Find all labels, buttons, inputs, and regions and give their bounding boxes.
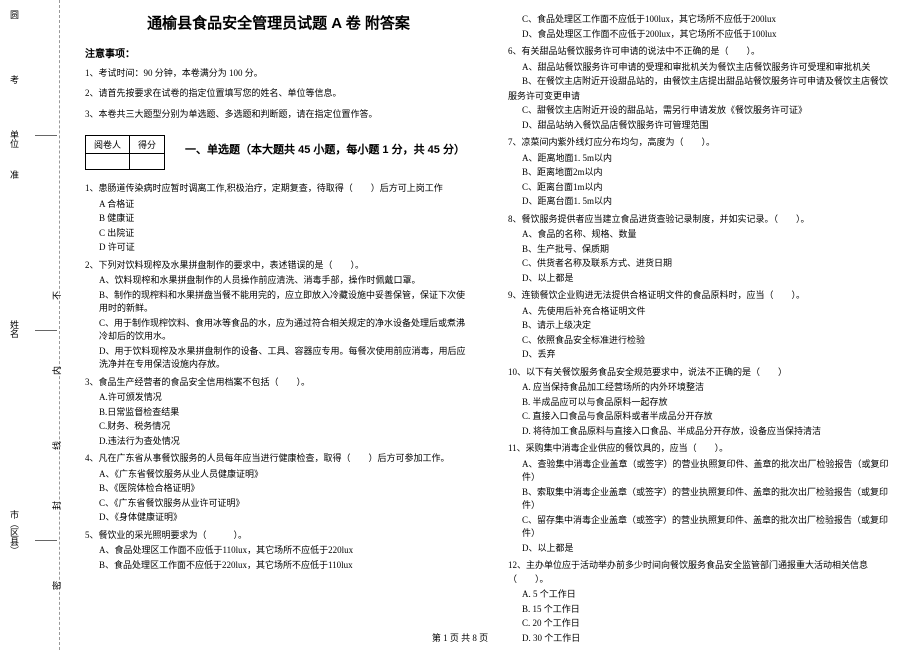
option: D、用于饮料现榨及水果拼盘制作的设备、工具、容器应专用。每餐次使用前应消毒，用后… (99, 345, 472, 372)
option-continuation: 服务许可变更申请 (508, 90, 895, 104)
notice-item: 1、考试时间：90 分钟，本卷满分为 100 分。 (85, 66, 472, 80)
option: B、请示上级决定 (522, 319, 895, 333)
binding-label: 准 (8, 170, 21, 179)
question: 5、餐饮业的采光照明要求为（ ）。 (85, 529, 472, 543)
option: D、以上都是 (522, 272, 895, 286)
option: D 许可证 (99, 241, 472, 255)
option: A. 5 个工作日 (522, 588, 895, 602)
binding-labels: 圆 考 单位 准 不 姓名 内 线 封 市（区县） 密 (0, 0, 59, 650)
option: B、距离地面2m以内 (522, 166, 895, 180)
seal-label: 密 (50, 581, 63, 590)
option: A、查验集中消毒企业盖章（或签字）的营业执照复印件、盖章的批次出厂检验报告（或复… (522, 458, 895, 485)
option: D、丢弃 (522, 348, 895, 362)
option: A 合格证 (99, 198, 472, 212)
question: 4、凡在广东省从事餐饮服务的人员每年应当进行健康检查，取得（ ）后方可参加工作。 (85, 452, 472, 466)
option: B、食品处理区工作面不应低于220lux，其它场所不应低于110lux (99, 559, 472, 573)
score-header: 阅卷人 (86, 136, 130, 154)
question: 10、以下有关餐饮服务食品安全规范要求中，说法不正确的是（ ） (508, 366, 895, 380)
seal-label: 内 (50, 366, 63, 375)
option: A. 应当保持食品加工经营场所的内外环境整洁 (522, 381, 895, 395)
option: B、生产批号、保质期 (522, 243, 895, 257)
score-table: 阅卷人 得分 (85, 135, 165, 170)
binding-label: 考 (8, 75, 21, 84)
part-title: 一、单选题（本大题共 45 小题，每小题 1 分，共 45 分） (185, 141, 465, 157)
question: 3、食品生产经营者的食品安全信用档案不包括（ ）。 (85, 376, 472, 390)
seal-label: 封 (50, 501, 63, 510)
score-header: 得分 (130, 136, 165, 154)
option: A、食品的名称、规格、数量 (522, 228, 895, 242)
left-column: 通榆县食品安全管理员试题 A 卷 附答案 注意事项： 1、考试时间：90 分钟，… (75, 12, 490, 625)
option: C. 直接入口食品与食品原料或者半成品分开存放 (522, 410, 895, 424)
option: A、食品处理区工作面不应低于110lux，其它场所不应低于220lux (99, 544, 472, 558)
question: 2、下列对饮料现榨及水果拼盘制作的要求中，表述错误的是（ ）。 (85, 259, 472, 273)
notice-item: 2、请首先按要求在试卷的指定位置填写您的姓名、单位等信息。 (85, 86, 472, 100)
option: B、在餐饮主店附近开设甜品站的，由餐饮主店提出甜品站餐饮服务许可申请及餐饮主店餐… (522, 75, 895, 89)
question: 9、连锁餐饮企业购进无法提供合格证明文件的食品原料时，应当（ ）。 (508, 289, 895, 303)
option: B.日常监督检查结果 (99, 406, 472, 420)
option: D、以上都是 (522, 542, 895, 556)
option: B 健康证 (99, 212, 472, 226)
option: C. 20 个工作日 (522, 617, 895, 631)
question: 12、主办单位应于活动举办前多少时间向餐饮服务食品安全监管部门通报重大活动相关信… (508, 559, 895, 586)
option: B、《医院体检合格证明》 (99, 482, 472, 496)
option: B. 15 个工作日 (522, 603, 895, 617)
option: C、依照食品安全标准进行检验 (522, 334, 895, 348)
notice-item: 3、本卷共三大题型分别为单选题、多选题和判断题，请在指定位置作答。 (85, 107, 472, 121)
seal-label: 不 (50, 291, 63, 300)
notice-header: 注意事项： (85, 45, 472, 60)
binding-label: 圆 (8, 10, 21, 19)
question: 8、餐饮服务提供者应当建立食品进货查验记录制度，并如实记录。（ ）。 (508, 213, 895, 227)
option: C、距离台面1m以内 (522, 181, 895, 195)
option: A、距离地面1. 5m以内 (522, 152, 895, 166)
binding-underline (35, 540, 57, 541)
content-columns: 通榆县食品安全管理员试题 A 卷 附答案 注意事项： 1、考试时间：90 分钟，… (60, 0, 920, 650)
option: C、留存集中消毒企业盖章（或签字）的营业执照复印件、盖章的批次出厂检验报告（或复… (522, 514, 895, 541)
option: C.财务、税务情况 (99, 420, 472, 434)
option: D、《身体健康证明》 (99, 511, 472, 525)
score-cell[interactable] (86, 154, 130, 170)
option: D、甜品站纳入餐饮品店餐饮服务许可管理范围 (522, 119, 895, 133)
option: A、甜品站餐饮服务许可申请的受理和审批机关为餐饮主店餐饮服务许可受理和审批机关 (522, 61, 895, 75)
option: B、制作的现榨料和水果拼盘当餐不能用完的，应立即放入冷藏设施中妥善保管，保证下次… (99, 289, 472, 316)
option: C、甜餐饮主店附近开设的甜品站，需另行申请发放《餐饮服务许可证》 (522, 104, 895, 118)
option: B. 半成品应可以与食品原料一起存放 (522, 396, 895, 410)
page-footer: 第 1 页 共 8 页 (0, 631, 920, 644)
exam-title: 通榆县食品安全管理员试题 A 卷 附答案 (85, 12, 472, 33)
option: C、供货者名称及联系方式、进货日期 (522, 257, 895, 271)
option: C、《广东省餐饮服务从业许可证明》 (99, 497, 472, 511)
seal-label: 线 (50, 441, 63, 450)
binding-margin: 圆 考 单位 准 不 姓名 内 线 封 市（区县） 密 (0, 0, 60, 650)
option: A、《广东省餐饮服务从业人员健康证明》 (99, 468, 472, 482)
option: D、距离台面1. 5m以内 (522, 195, 895, 209)
option: C、食品处理区工作面不应低于100lux，其它场所不应低于200lux (522, 13, 895, 27)
option: D.违法行为查处情况 (99, 435, 472, 449)
question: 7、凉菜间内紫外线灯应分布均匀，高度为（ ）。 (508, 136, 895, 150)
option: A、先使用后补充合格证明文件 (522, 305, 895, 319)
option: A、饮料现榨和水果拼盘制作的人员操作前应清洗、消毒手部，操作时佩戴口罩。 (99, 274, 472, 288)
score-cell[interactable] (130, 154, 165, 170)
question: 1、患肠道传染病时应暂时调离工作,积极治疗，定期复查，待取得（ ）后方可上岗工作 (85, 182, 472, 196)
right-column: C、食品处理区工作面不应低于100lux，其它场所不应低于200lux D、食品… (490, 12, 905, 625)
option: C、用于制作现榨饮料、食用冰等食品的水，应为通过符合相关规定的净水设备处理后或煮… (99, 317, 472, 344)
option: B、索取集中消毒企业盖章（或签字）的营业执照复印件、盖章的批次出厂检验报告（或复… (522, 486, 895, 513)
option: D、食品处理区工作面不应低于200lux，其它场所不应低于100lux (522, 28, 895, 42)
question: 11、采购集中消毒企业供应的餐饮具的，应当（ ）。 (508, 442, 895, 456)
binding-label: 市（区县） (8, 510, 21, 555)
option: A.许可颁发情况 (99, 391, 472, 405)
binding-underline (35, 135, 57, 136)
option: D. 将待加工食品原料与直接入口食品、半成品分开存放，设备应当保持清洁 (522, 425, 895, 439)
binding-label: 单位 (8, 130, 21, 148)
binding-label: 姓名 (8, 320, 21, 338)
option: C 出院证 (99, 227, 472, 241)
question: 6、有关甜品站餐饮服务许可申请的说法中不正确的是（ ）。 (508, 45, 895, 59)
binding-underline (35, 330, 57, 331)
